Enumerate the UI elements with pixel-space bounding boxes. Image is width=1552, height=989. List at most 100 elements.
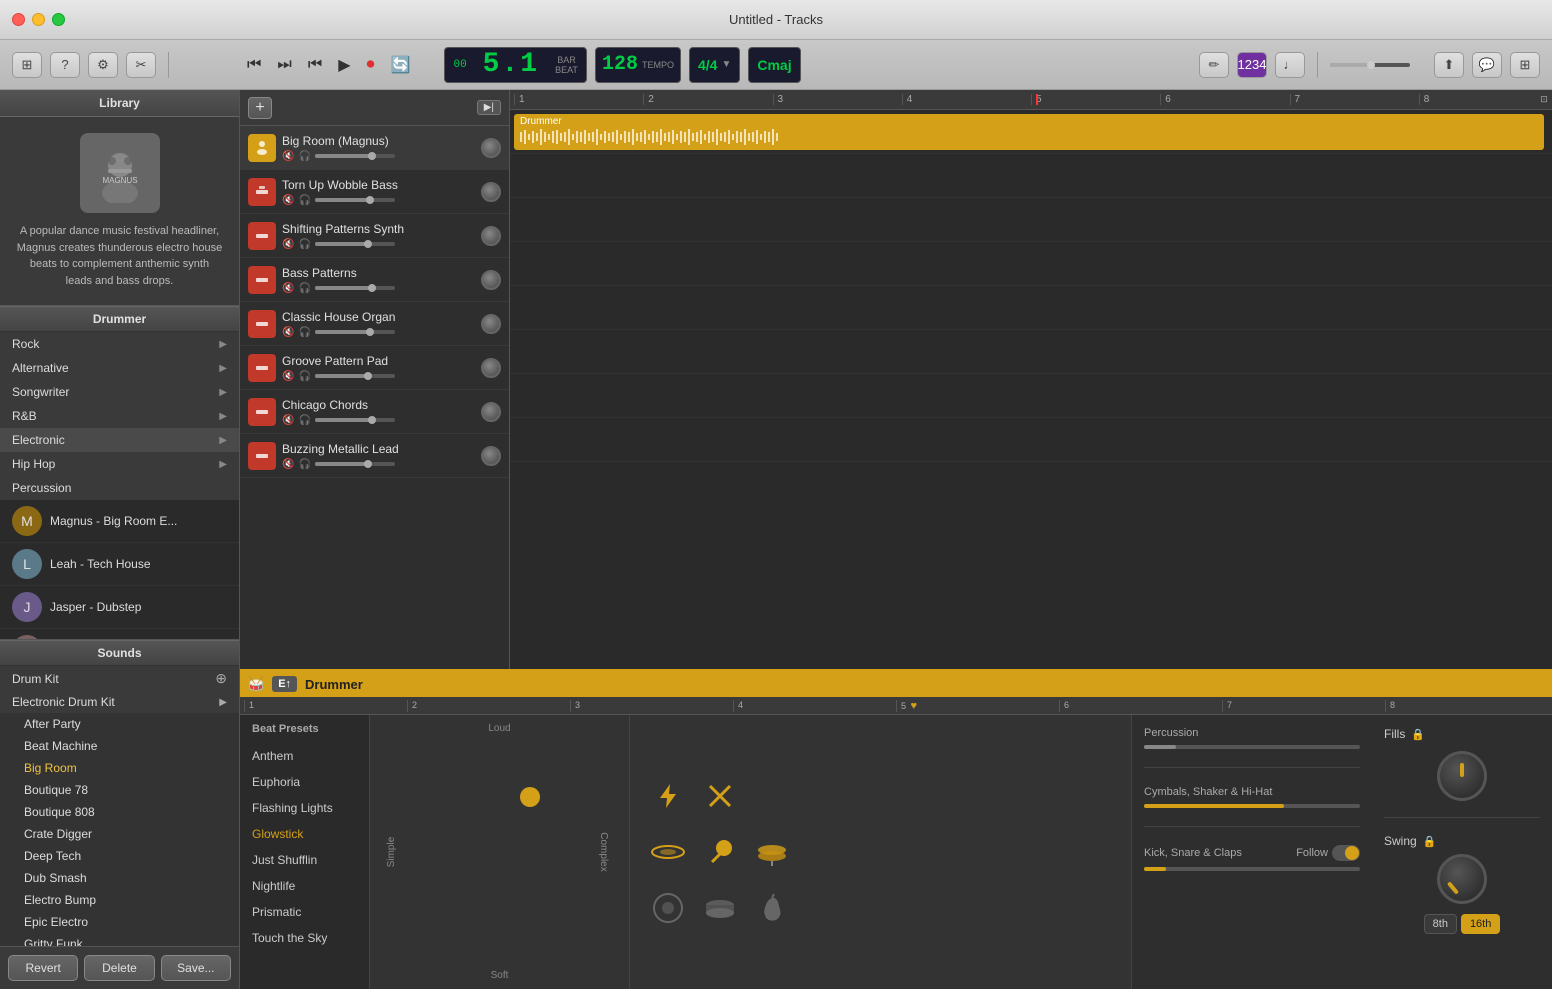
- mallet-icon[interactable]: [702, 834, 738, 870]
- swing-knob[interactable]: [1437, 854, 1487, 904]
- track-mute-3[interactable]: 🔇: [282, 283, 294, 294]
- preset-euphoria[interactable]: Euphoria: [240, 769, 369, 795]
- sounds-drum-kit[interactable]: Drum Kit ⊕: [0, 666, 239, 691]
- sounds-electronic-drum-kit[interactable]: Electronic Drum Kit ▶: [0, 691, 239, 713]
- cymbal-icon[interactable]: [650, 834, 686, 870]
- track-volume-6[interactable]: [315, 418, 395, 422]
- close-button[interactable]: [12, 13, 25, 26]
- kick-slider[interactable]: [1144, 867, 1360, 871]
- track-mute-0[interactable]: 🔇: [282, 151, 294, 162]
- track-headphone-1[interactable]: 🎧: [298, 195, 310, 206]
- pencil-button[interactable]: ✏: [1199, 52, 1229, 78]
- track-pan-7[interactable]: [481, 446, 501, 466]
- preset-nightlife[interactable]: Nightlife: [240, 873, 369, 899]
- scissors-button[interactable]: ✂: [126, 52, 156, 78]
- sounds-deep-tech[interactable]: Deep Tech: [0, 845, 239, 867]
- follow-toggle[interactable]: [1332, 845, 1360, 861]
- track-headphone-6[interactable]: 🎧: [298, 415, 310, 426]
- sounds-dub-smash[interactable]: Dub Smash: [0, 867, 239, 889]
- drummer-item-leah[interactable]: L Leah - Tech House: [0, 543, 239, 586]
- revert-button[interactable]: Revert: [8, 955, 78, 981]
- track-volume-7[interactable]: [315, 462, 395, 466]
- track-mute-4[interactable]: 🔇: [282, 327, 294, 338]
- pad-position-dot[interactable]: [520, 787, 540, 807]
- sounds-epic-electro[interactable]: Epic Electro: [0, 911, 239, 933]
- track-headphone-4[interactable]: 🎧: [298, 327, 310, 338]
- track-volume-4[interactable]: [315, 330, 395, 334]
- track-volume-5[interactable]: [315, 374, 395, 378]
- preset-anthem[interactable]: Anthem: [240, 743, 369, 769]
- rewind-button[interactable]: ⏮: [241, 52, 267, 78]
- preset-glowstick[interactable]: Glowstick: [240, 821, 369, 847]
- track-pan-1[interactable]: [481, 182, 501, 202]
- track-mute-6[interactable]: 🔇: [282, 415, 294, 426]
- track-item-1[interactable]: Torn Up Wobble Bass 🔇 🎧: [240, 170, 509, 214]
- drummer-item-magnus[interactable]: M Magnus - Big Room E...: [0, 500, 239, 543]
- sounds-after-party[interactable]: After Party: [0, 713, 239, 735]
- master-button[interactable]: ♩: [1275, 52, 1305, 78]
- genre-item-alternative[interactable]: Alternative ▶: [0, 356, 239, 380]
- genre-item-electronic[interactable]: Electronic ▶: [0, 428, 239, 452]
- save-button[interactable]: Save...: [161, 955, 231, 981]
- note-16th-button[interactable]: 16th: [1461, 914, 1500, 934]
- track-mute-5[interactable]: 🔇: [282, 371, 294, 382]
- xmark-icon[interactable]: [702, 778, 738, 814]
- track-pan-5[interactable]: [481, 358, 501, 378]
- delete-button[interactable]: Delete: [84, 955, 154, 981]
- preset-prismatic[interactable]: Prismatic: [240, 899, 369, 925]
- track-pan-2[interactable]: [481, 226, 501, 246]
- sounds-big-room[interactable]: Big Room: [0, 757, 239, 779]
- clap-icon[interactable]: [754, 890, 790, 926]
- percussion-slider[interactable]: [1144, 745, 1360, 749]
- smart-controls-button[interactable]: 1234: [1237, 52, 1267, 78]
- sounds-boutique-808[interactable]: Boutique 808: [0, 801, 239, 823]
- track-headphone-0[interactable]: 🎧: [298, 151, 310, 162]
- gong-icon[interactable]: [650, 890, 686, 926]
- note-8th-button[interactable]: 8th: [1424, 914, 1457, 934]
- cymbals-slider[interactable]: [1144, 804, 1360, 808]
- loop-button[interactable]: 🔄: [385, 51, 417, 79]
- sounds-electro-bump[interactable]: Electro Bump: [0, 889, 239, 911]
- help-button[interactable]: ?: [50, 52, 80, 78]
- track-volume-1[interactable]: [315, 198, 395, 202]
- share-button[interactable]: ⬆: [1434, 52, 1464, 78]
- track-item-5[interactable]: Groove Pattern Pad 🔇 🎧: [240, 346, 509, 390]
- chat-button[interactable]: 💬: [1472, 52, 1502, 78]
- maximize-button[interactable]: [52, 13, 65, 26]
- track-item-2[interactable]: Shifting Patterns Synth 🔇 🎧: [240, 214, 509, 258]
- track-item-4[interactable]: Classic House Organ 🔇 🎧: [240, 302, 509, 346]
- fast-forward-button[interactable]: ⏭: [271, 52, 297, 78]
- track-item-7[interactable]: Buzzing Metallic Lead 🔇 🎧: [240, 434, 509, 478]
- track-headphone-5[interactable]: 🎧: [298, 371, 310, 382]
- follow-button[interactable]: ▶|: [477, 100, 501, 115]
- record-button[interactable]: ⏺: [361, 52, 381, 78]
- drummer-item-jasper[interactable]: J Jasper - Dubstep: [0, 586, 239, 629]
- preset-just-shufflin[interactable]: Just Shufflin: [240, 847, 369, 873]
- track-item-0[interactable]: Big Room (Magnus) 🔇 🎧: [240, 126, 509, 170]
- track-volume-0[interactable]: [315, 154, 395, 158]
- snare-icon[interactable]: [702, 890, 738, 926]
- settings-button[interactable]: ⚙: [88, 52, 118, 78]
- track-pan-6[interactable]: [481, 402, 501, 422]
- track-pan-0[interactable]: [481, 138, 501, 158]
- track-pan-3[interactable]: [481, 270, 501, 290]
- track-volume-3[interactable]: [315, 286, 395, 290]
- grid-button[interactable]: ⊞: [1510, 52, 1540, 78]
- track-pan-4[interactable]: [481, 314, 501, 334]
- sounds-crate-digger[interactable]: Crate Digger: [0, 823, 239, 845]
- track-mute-7[interactable]: 🔇: [282, 459, 294, 470]
- track-mute-1[interactable]: 🔇: [282, 195, 294, 206]
- swing-lock-icon[interactable]: 🔒: [1423, 835, 1437, 848]
- track-headphone-2[interactable]: 🎧: [298, 239, 310, 250]
- fills-lock-icon[interactable]: 🔒: [1411, 728, 1425, 741]
- genre-item-rock[interactable]: Rock ▶: [0, 332, 239, 356]
- sounds-boutique-78[interactable]: Boutique 78: [0, 779, 239, 801]
- genre-item-hiphop[interactable]: Hip Hop ▶: [0, 452, 239, 476]
- play-button[interactable]: ▶: [332, 51, 356, 79]
- sounds-gritty-funk[interactable]: Gritty Funk: [0, 933, 239, 946]
- skip-back-button[interactable]: ⏮: [302, 52, 328, 78]
- drum-pad-area[interactable]: Loud Soft Simple Complex: [370, 715, 630, 989]
- track-item-6[interactable]: Chicago Chords 🔇 🎧: [240, 390, 509, 434]
- window-controls[interactable]: [12, 13, 65, 26]
- track-volume-2[interactable]: [315, 242, 395, 246]
